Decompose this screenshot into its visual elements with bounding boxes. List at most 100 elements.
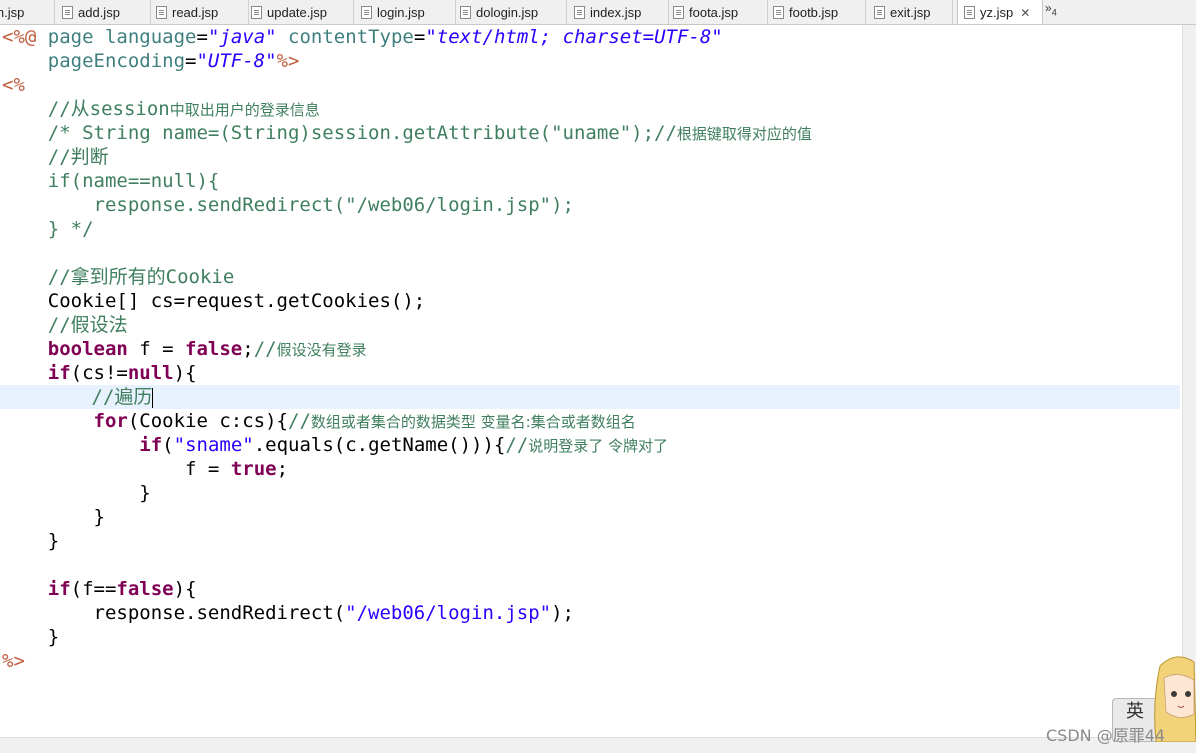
- tab-exit-jsp[interactable]: exit.jsp: [874, 0, 953, 24]
- comment: //从session: [2, 98, 170, 120]
- tab-update-jsp[interactable]: update.jsp: [251, 0, 354, 24]
- tab-label: read.jsp: [172, 4, 219, 20]
- tab-dologin-jsp[interactable]: dologin.jsp: [460, 0, 567, 24]
- attr-value: "UTF-8": [196, 50, 277, 72]
- jsp-file-icon: [156, 5, 167, 19]
- vertical-scrollbar[interactable]: [1182, 25, 1196, 737]
- code-line-17: for(Cookie c:cs){//数组或者集合的数据类型 变量名:集合或者数…: [2, 409, 636, 433]
- code-line-13: //假设法: [2, 313, 128, 337]
- string-literal: "sname": [173, 434, 254, 456]
- code-line-21: }: [2, 505, 105, 529]
- tab-overflow-button[interactable]: »4: [1045, 1, 1057, 17]
- code-text: }: [2, 530, 60, 552]
- code-text: f =: [127, 338, 186, 360]
- code-line-26: }: [2, 625, 59, 649]
- code-text: (cs!=: [70, 362, 128, 384]
- chevron-double-right-icon: »: [1045, 1, 1052, 15]
- code-line-8: response.sendRedirect("/web06/login.jsp"…: [2, 193, 574, 217]
- code-text: ;: [276, 458, 289, 480]
- tab-label: index.jsp: [590, 4, 642, 20]
- keyword: null: [127, 362, 174, 384]
- comment-text: 说明登录了 令牌对了: [528, 437, 669, 455]
- tab-foota-jsp[interactable]: foota.jsp: [673, 0, 768, 24]
- code-line-27: %>: [2, 649, 25, 673]
- equals: =: [196, 26, 208, 48]
- comment: } */: [2, 218, 94, 240]
- keyword: if: [47, 362, 71, 384]
- code-text: }: [2, 626, 60, 648]
- scriptlet-close: %>: [2, 650, 25, 672]
- code-editor[interactable]: <%@ page language="java" contentType="te…: [0, 25, 1182, 737]
- code-line-6: //判断: [2, 145, 109, 169]
- tab-label: footb.jsp: [789, 4, 839, 20]
- comment-text: 根据键取得对应的值: [676, 125, 812, 143]
- tab-index-jsp[interactable]: index.jsp: [574, 0, 669, 24]
- code-text: f: [185, 458, 197, 480]
- code-text: );: [551, 602, 574, 624]
- code-line-5: /* String name=(String)session.getAttrib…: [2, 121, 812, 145]
- horizontal-scrollbar[interactable]: [0, 737, 1196, 753]
- tab-label: update.jsp: [267, 4, 327, 20]
- comment: response.sendRedirect("/web06/login.jsp"…: [2, 194, 574, 216]
- code-text: .equals(c.getName())){: [253, 434, 506, 456]
- jsp-file-icon: [460, 5, 471, 19]
- code-text: ){: [173, 578, 197, 600]
- code-line-18: if("sname".equals(c.getName())){//说明登录了 …: [2, 433, 668, 457]
- overflow-count: 4: [1051, 7, 1057, 18]
- comment-text: 数组或者集合的数据类型 变量名:集合或者数组名: [310, 413, 636, 431]
- keyword: if: [139, 434, 163, 456]
- code-line-11: //拿到所有的Cookie: [2, 265, 235, 289]
- comment: //假设法: [2, 314, 128, 336]
- tab-label: exit.jsp: [890, 4, 931, 20]
- code-text: (Cookie c:cs){: [127, 410, 288, 432]
- comment: //: [505, 434, 529, 456]
- jsp-directive-open: <%@: [2, 26, 37, 48]
- code-text: response.sendRedirect(: [2, 602, 346, 624]
- code-line-1: <%@ page language="java" contentType="te…: [2, 25, 723, 49]
- code-line-24: if(f==false){: [2, 577, 197, 601]
- string-literal: "/web06/login.jsp": [345, 602, 552, 624]
- tab-add-jsp[interactable]: add.jsp: [62, 0, 151, 24]
- code-line-7: if(name==null){: [2, 169, 220, 193]
- comment: if(name==null){: [2, 170, 220, 192]
- code-line-20: }: [2, 481, 150, 505]
- equals: =: [413, 26, 426, 48]
- attr-content-type: contentType: [276, 26, 414, 48]
- attr-language: language: [104, 26, 197, 48]
- tab-label: login.jsp: [377, 4, 425, 20]
- code-line-14: boolean f = false;//假设没有登录: [2, 337, 367, 361]
- code-text: Cookie[] cs=request.getCookies();: [2, 290, 426, 312]
- keyword: false: [185, 338, 243, 360]
- comment: //遍历: [0, 386, 153, 408]
- jsp-file-icon: [62, 5, 73, 19]
- jsp-file-icon: [964, 6, 975, 19]
- attr-page-encoding: pageEncoding: [2, 50, 186, 72]
- tab-footb-jsp[interactable]: footb.jsp: [773, 0, 866, 24]
- jsp-file-icon: [874, 5, 885, 19]
- tab-main-jsp[interactable]: in.jsp: [0, 0, 55, 24]
- code-line-9: } */: [2, 217, 94, 241]
- tab-label: foota.jsp: [689, 4, 739, 20]
- comment: //判断: [2, 146, 109, 168]
- code-text: }: [2, 506, 105, 528]
- tab-read-jsp[interactable]: read.jsp: [156, 0, 249, 24]
- attr-value: "text/html; charset=UTF-8": [425, 26, 723, 48]
- code-text: (: [162, 434, 174, 456]
- comment-text: 中取出用户的登录信息: [169, 101, 320, 119]
- directive-name: page: [36, 26, 105, 48]
- keyword: boolean: [47, 338, 128, 360]
- jsp-file-icon: [251, 5, 262, 19]
- keyword: if: [47, 578, 71, 600]
- close-tab-icon[interactable]: ✕: [1020, 6, 1030, 20]
- tab-label: yz.jsp: [980, 5, 1014, 20]
- code-text: ;: [242, 338, 254, 360]
- tab-login-jsp[interactable]: login.jsp: [361, 0, 456, 24]
- jsp-file-icon: [361, 5, 372, 19]
- text-caret: [152, 387, 154, 408]
- code-line-15: if(cs!=null){: [2, 361, 197, 385]
- code-line-12: Cookie[] cs=request.getCookies();: [2, 289, 426, 313]
- tab-label: add.jsp: [78, 4, 120, 20]
- keyword: for: [93, 410, 128, 432]
- jsp-directive-close: %>: [276, 50, 300, 72]
- tab-yz-jsp[interactable]: yz.jsp ✕: [957, 0, 1043, 24]
